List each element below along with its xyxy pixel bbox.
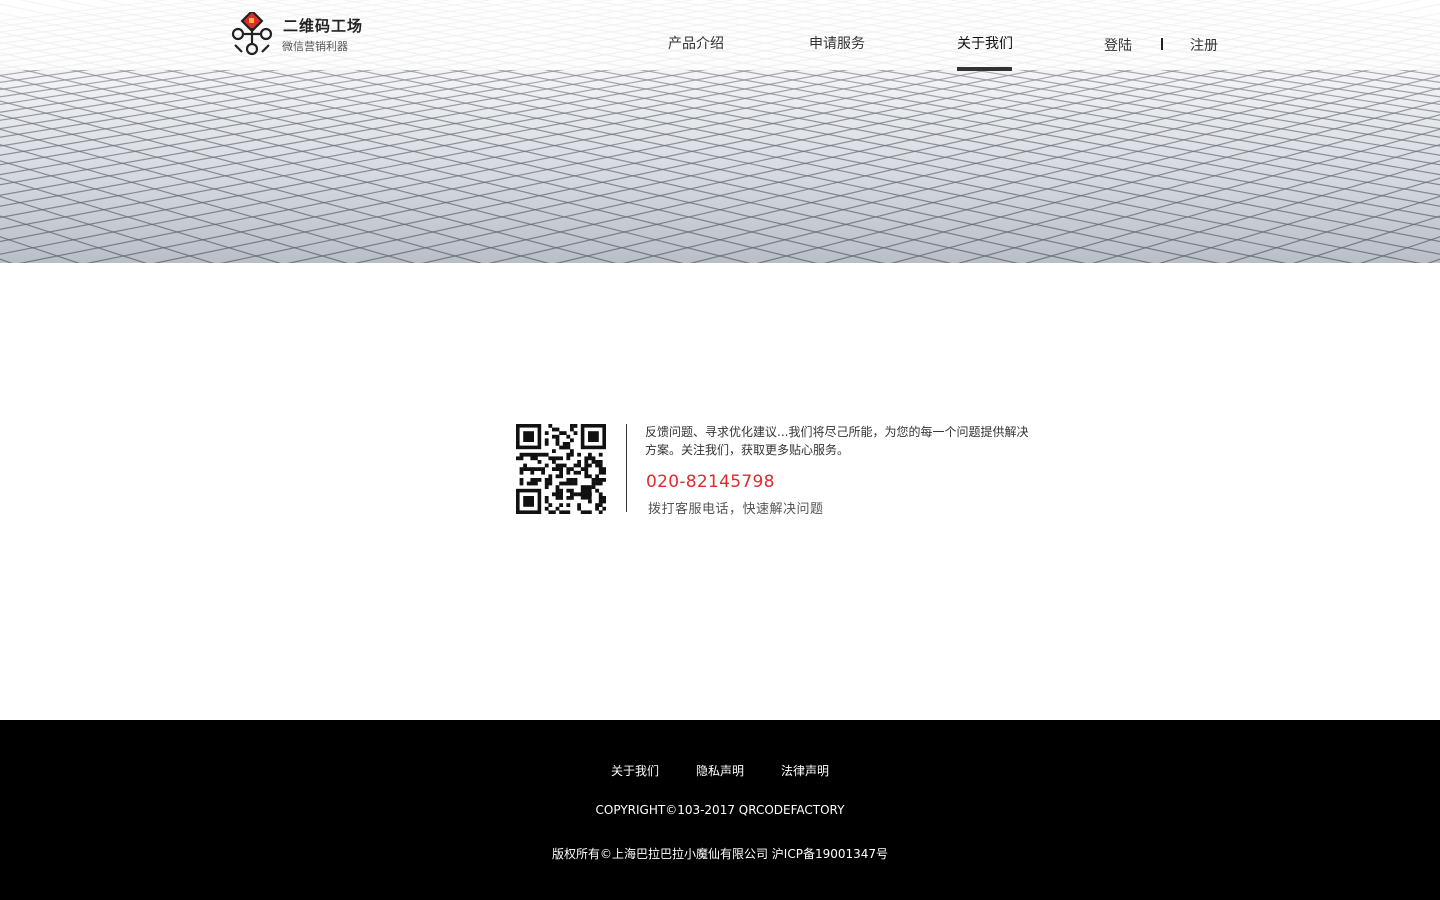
- contact-divider: [626, 424, 627, 512]
- auth-divider: [1161, 38, 1163, 50]
- brand-logo[interactable]: 二维码工场 微信营销利器: [230, 12, 370, 58]
- register-link[interactable]: 注册: [1190, 35, 1218, 55]
- login-link[interactable]: 登陆: [1104, 35, 1132, 55]
- footer-links: 关于我们 隐私声明 法律声明: [0, 762, 1440, 778]
- nav-item-apply-service[interactable]: 申请服务: [809, 33, 865, 53]
- footer-link-privacy[interactable]: 隐私声明: [696, 762, 744, 779]
- service-phone[interactable]: 020-82145798: [646, 472, 775, 492]
- nav-item-about-us[interactable]: 关于我们: [957, 33, 1013, 53]
- footer-link-about[interactable]: 关于我们: [611, 762, 659, 779]
- footer-icp: 版权所有©上海巴拉巴拉小魔仙有限公司 沪ICP备19001347号: [551, 847, 889, 861]
- service-phone-tip: 拨打客服电话，快速解决问题: [648, 502, 824, 517]
- brand-slogan: 微信营销利器: [282, 40, 348, 53]
- contact-description: 反馈问题、寻求优化建议...我们将尽己所能，为您的每一个问题提供解决方案。关注我…: [645, 425, 1029, 457]
- wechat-qr-code-icon: [516, 424, 606, 514]
- nav-item-product-intro[interactable]: 产品介绍: [668, 33, 724, 53]
- site-header: 二维码工场 微信营销利器 产品介绍 申请服务 关于我们 登陆 注册: [0, 0, 1440, 71]
- nav-active-indicator: [957, 67, 1012, 71]
- footer-link-legal[interactable]: 法律声明: [781, 762, 829, 779]
- qr-diamond-logo-icon: [231, 12, 273, 56]
- site-footer: 关于我们 隐私声明 法律声明 COPYRIGHT©103-2017 QRCODE…: [0, 720, 1440, 900]
- footer-copyright: COPYRIGHT©103-2017 QRCODEFACTORY: [595, 803, 845, 817]
- brand-name: 二维码工场: [283, 17, 364, 35]
